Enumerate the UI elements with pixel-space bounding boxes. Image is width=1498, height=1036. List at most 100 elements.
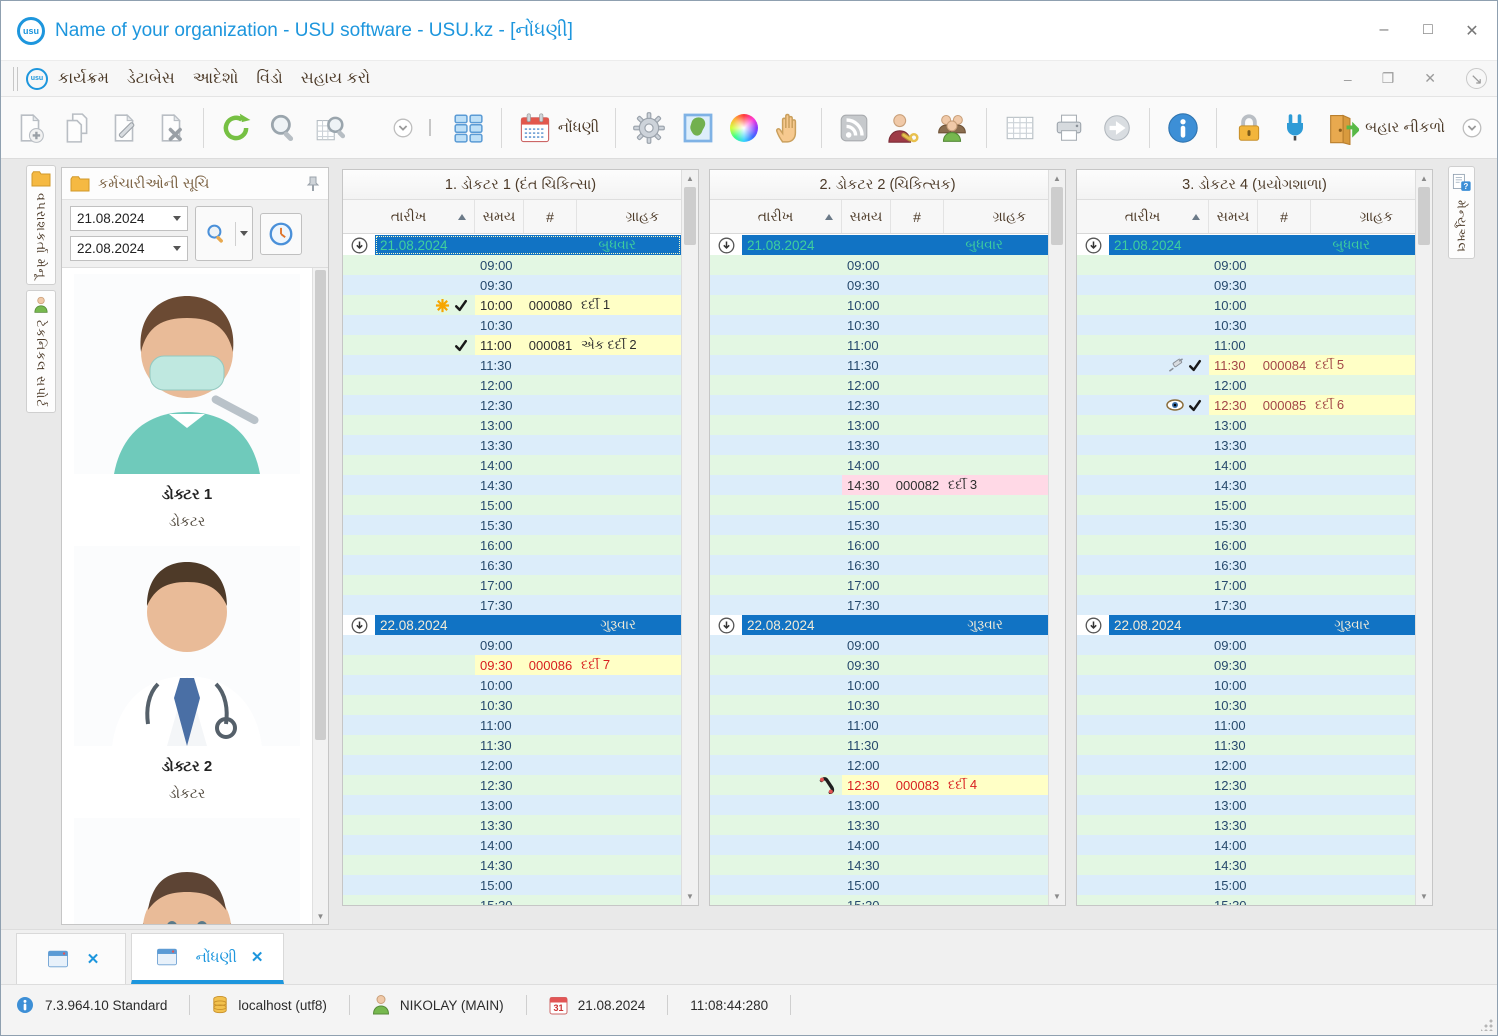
pin-icon[interactable] <box>306 176 320 192</box>
time-slot-row[interactable]: 11:30 <box>710 735 1048 755</box>
time-slot-row[interactable]: 10:00 <box>710 295 1048 315</box>
time-slot-row[interactable]: 17:00 <box>1077 575 1415 595</box>
window-tab-1[interactable]: નોંધણી ✕ <box>131 933 284 984</box>
mdi-minimize-button[interactable]: – <box>1344 71 1352 87</box>
time-slot-row[interactable]: 09:00 <box>1077 255 1415 275</box>
time-slot-row[interactable]: 14:00 <box>710 455 1048 475</box>
time-slot-row[interactable]: 13:00 <box>710 415 1048 435</box>
time-slot-row[interactable]: 13:30 <box>710 815 1048 835</box>
time-slot-row[interactable]: 12:00 <box>343 755 681 775</box>
menu-item-0[interactable]: કાર્યક્રમ <box>58 70 109 88</box>
time-slot-row[interactable]: 13:00 <box>1077 795 1415 815</box>
menu-item-4[interactable]: સહાય કરો <box>301 70 370 88</box>
hand-button[interactable] <box>770 109 808 147</box>
time-slot-row[interactable]: 11:30 000084 દર્દી 5 <box>1077 355 1415 375</box>
date-separator-row[interactable]: 22.08.2024 ગુરૂવાર <box>343 615 681 635</box>
resize-grip[interactable] <box>1481 1019 1493 1031</box>
menu-item-2[interactable]: આદેશો <box>193 70 239 88</box>
time-slot-row[interactable]: 16:30 <box>1077 555 1415 575</box>
time-slot-row[interactable]: 11:30 <box>343 355 681 375</box>
delete-document-button[interactable] <box>152 109 190 147</box>
column-header-2[interactable]: # <box>1258 200 1311 233</box>
column-header-1[interactable]: સમય <box>842 200 891 233</box>
time-slot-row[interactable]: 17:00 <box>343 575 681 595</box>
color-wheel-button[interactable] <box>727 111 761 145</box>
doctor-photo[interactable] <box>74 546 300 746</box>
time-slot-row[interactable]: 09:30 000086 દર્દી 7 <box>343 655 681 675</box>
tiles-button[interactable] <box>448 109 488 147</box>
column-header-2[interactable]: # <box>891 200 944 233</box>
time-slot-row[interactable]: 12:30 000083 દર્દી 4 <box>710 775 1048 795</box>
scroll-up-icon[interactable]: ▲ <box>1416 171 1432 186</box>
column-scrollbar[interactable]: ▲ ▼ <box>1415 170 1432 905</box>
time-slot-row[interactable]: 12:00 <box>1077 755 1415 775</box>
column-header-0[interactable]: તારીખ <box>1077 200 1209 233</box>
time-slot-row[interactable]: 15:00 <box>710 495 1048 515</box>
plug-button[interactable] <box>1277 109 1313 147</box>
time-slot-row[interactable]: 11:30 <box>343 735 681 755</box>
time-slot-row[interactable]: 12:30 <box>710 395 1048 415</box>
close-tab-icon[interactable]: ✕ <box>87 950 100 968</box>
doctor-photo[interactable] <box>74 818 300 924</box>
column-header-3[interactable]: ગ્રાહક <box>577 200 681 233</box>
time-slot-row[interactable]: 10:00 <box>1077 295 1415 315</box>
time-slot-row[interactable]: 12:30 <box>343 775 681 795</box>
time-slot-row[interactable]: 15:00 <box>710 875 1048 895</box>
time-slot-row[interactable]: 13:00 <box>343 415 681 435</box>
time-slot-row[interactable]: 11:00 <box>1077 715 1415 735</box>
search-button[interactable] <box>264 109 302 147</box>
time-slot-row[interactable]: 14:00 <box>343 835 681 855</box>
scroll-down-icon[interactable]: ▼ <box>313 909 328 924</box>
time-slot-row[interactable]: 14:30 <box>1077 855 1415 875</box>
time-slot-row[interactable]: 13:00 <box>1077 415 1415 435</box>
time-slot-row[interactable]: 12:00 <box>343 375 681 395</box>
time-slot-row[interactable]: 10:00 <box>1077 675 1415 695</box>
exit-door-button[interactable]: બહાર નીકળો <box>1322 108 1448 148</box>
time-slot-row[interactable]: 13:30 <box>1077 815 1415 835</box>
time-slot-row[interactable]: 16:30 <box>710 555 1048 575</box>
time-slot-row[interactable]: 10:30 <box>710 695 1048 715</box>
time-slot-row[interactable]: 09:30 <box>710 275 1048 295</box>
time-slot-row[interactable]: 14:00 <box>343 455 681 475</box>
scroll-up-icon[interactable]: ▲ <box>682 171 698 186</box>
minimize-button[interactable]: – <box>1375 21 1393 41</box>
date-separator-row[interactable]: 21.08.2024 બુધવાર <box>710 235 1048 255</box>
time-slot-row[interactable]: 15:30 <box>343 895 681 905</box>
collapse-day-icon[interactable] <box>343 617 375 634</box>
time-slot-row[interactable]: 12:00 <box>1077 375 1415 395</box>
column-scrollbar[interactable]: ▲ ▼ <box>1048 170 1065 905</box>
time-slot-row[interactable]: 10:30 <box>710 315 1048 335</box>
column-header-2[interactable]: # <box>524 200 577 233</box>
time-slot-row[interactable]: 12:30 <box>343 395 681 415</box>
column-scrollbar[interactable]: ▲ ▼ <box>681 170 698 905</box>
time-slot-row[interactable]: 09:00 <box>710 255 1048 275</box>
time-slot-row[interactable]: 12:30 000085 દર્દી 6 <box>1077 395 1415 415</box>
column-header-1[interactable]: સમય <box>1209 200 1258 233</box>
time-slot-row[interactable]: 12:30 <box>1077 775 1415 795</box>
collapse-arrow-button[interactable] <box>1457 113 1487 143</box>
time-slot-row[interactable]: 16:30 <box>343 555 681 575</box>
time-slot-row[interactable]: 11:00 <box>710 715 1048 735</box>
time-slot-row[interactable]: 10:30 <box>343 695 681 715</box>
user-key-button[interactable] <box>882 108 922 148</box>
time-slot-row[interactable]: 15:30 <box>1077 895 1415 905</box>
time-slot-row[interactable]: 11:00 <box>1077 335 1415 355</box>
column-header-3[interactable]: ગ્રાહક <box>1311 200 1415 233</box>
mdi-collapse-arrow-icon[interactable]: ↘ <box>1466 68 1487 89</box>
time-slot-row[interactable]: 09:30 <box>1077 275 1415 295</box>
maximize-button[interactable]: □ <box>1419 21 1437 41</box>
lock-button[interactable] <box>1230 109 1268 147</box>
date-separator-row[interactable]: 21.08.2024 બુધવાર <box>343 235 681 255</box>
date-to-input[interactable]: 22.08.2024 <box>70 236 188 261</box>
collapse-arrow-button[interactable] <box>388 113 418 143</box>
time-slot-row[interactable]: 13:30 <box>1077 435 1415 455</box>
time-slot-row[interactable]: 11:30 <box>710 355 1048 375</box>
manual-tab[interactable]: ? મેન્યુઅલ <box>1448 166 1475 259</box>
doctor-card[interactable]: ડોક્ટર 1 ડોકટર <box>74 268 300 540</box>
time-slot-row[interactable]: 14:30 <box>710 855 1048 875</box>
scroll-down-icon[interactable]: ▼ <box>682 889 698 904</box>
time-slot-row[interactable]: 14:00 <box>710 835 1048 855</box>
time-slot-row[interactable]: 10:30 <box>1077 315 1415 335</box>
time-slot-row[interactable]: 15:30 <box>710 515 1048 535</box>
time-slot-row[interactable]: 09:30 <box>1077 655 1415 675</box>
